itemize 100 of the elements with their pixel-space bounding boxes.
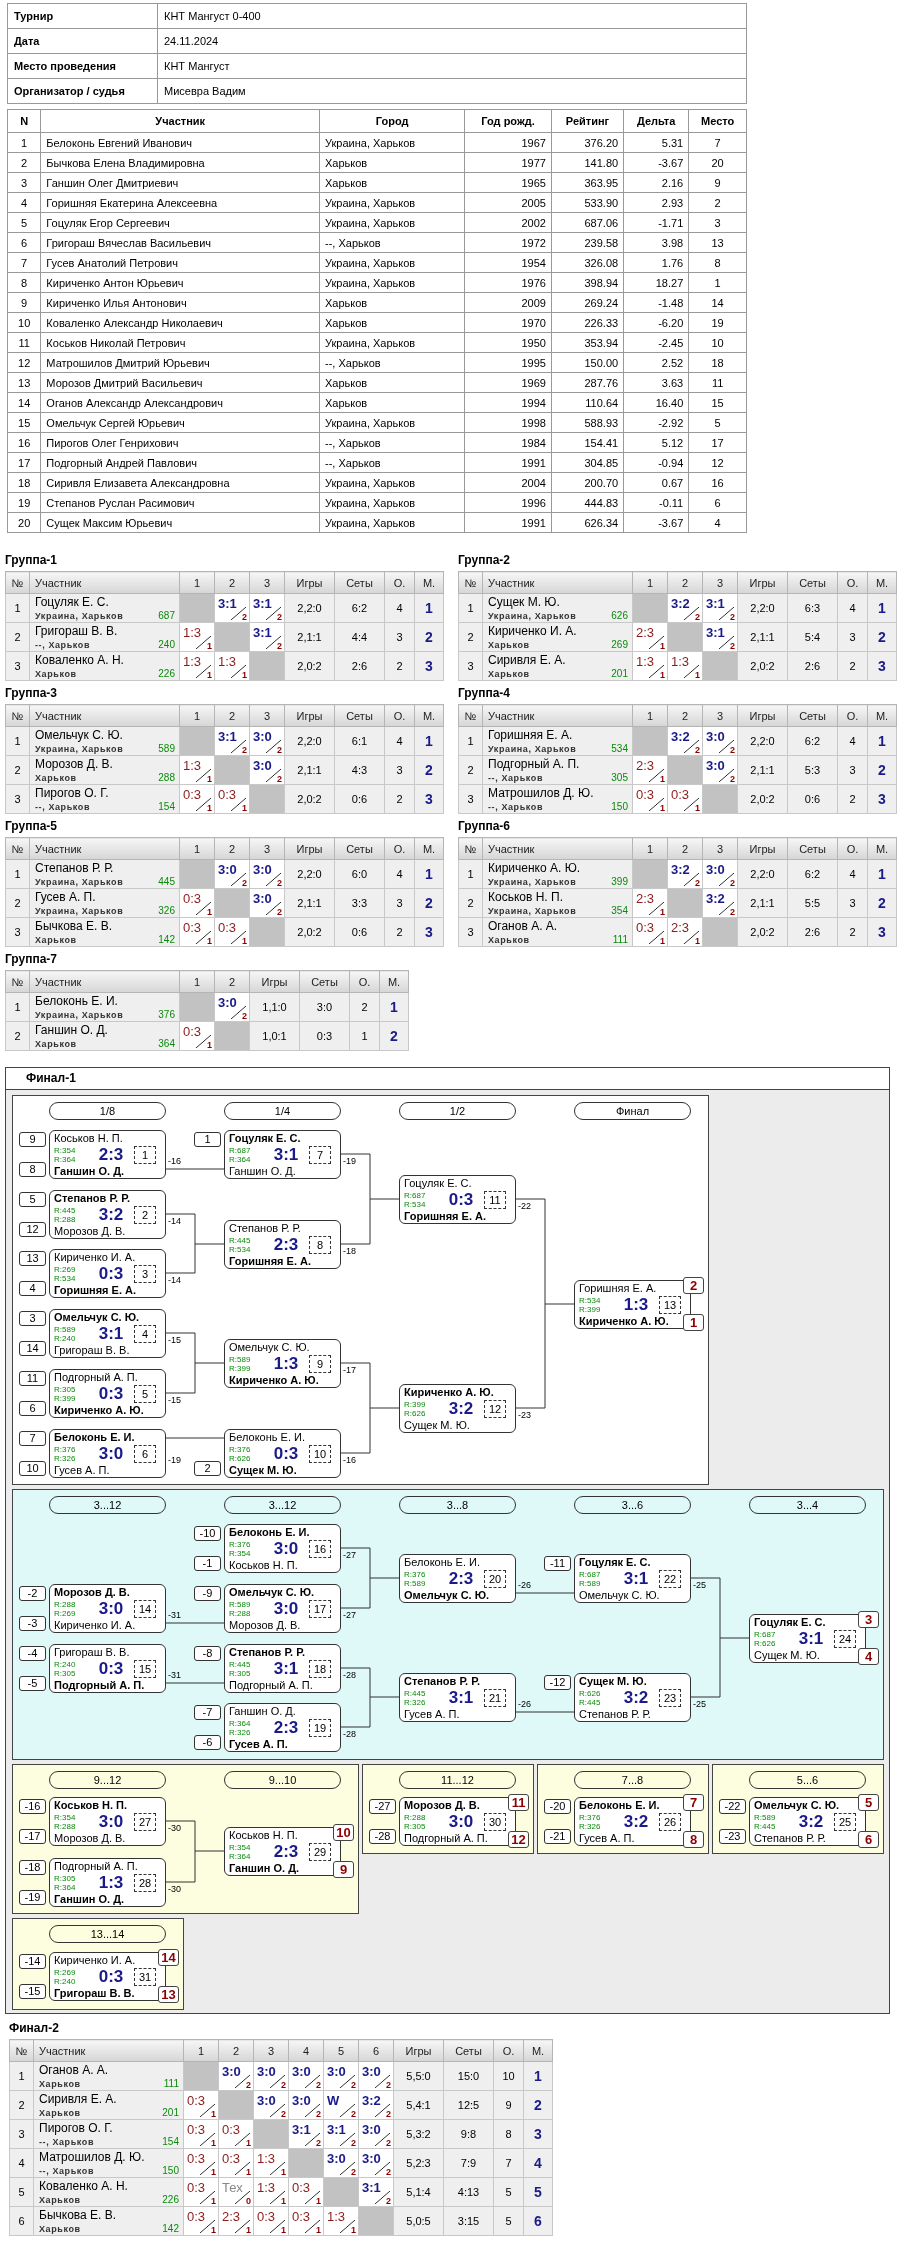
player-name: Подгорный А. П. xyxy=(229,1678,314,1692)
player-name: Сущек М. Ю. xyxy=(488,594,561,610)
delta-value: 2.52 xyxy=(623,352,689,373)
player-name: Ганшин О. Д. xyxy=(229,1164,297,1178)
rating-value: 354 xyxy=(611,904,628,917)
row-number: 2 xyxy=(458,622,483,652)
seed-box: -1 xyxy=(194,1556,221,1571)
delta-value: -3.67 xyxy=(623,152,689,173)
match-points: 2 xyxy=(277,745,282,755)
match-score: 3:0 xyxy=(361,2063,381,2080)
match-score: 0:3 xyxy=(186,2208,206,2225)
player-name: Омельчук С. Ю. xyxy=(229,1340,311,1354)
match-score: 0:3 xyxy=(186,2179,206,2196)
column-header: Участник xyxy=(29,704,180,727)
match-points: 1 xyxy=(207,936,212,946)
match-score: 0:3 xyxy=(670,786,690,803)
match-score: 3:0 xyxy=(272,1539,300,1558)
match-score: 3:2 xyxy=(97,1205,125,1224)
column-header: Участник xyxy=(29,837,180,860)
row-number: 1 xyxy=(458,593,483,623)
city-name: --, Харьков xyxy=(35,638,91,651)
drop-label: -14 xyxy=(168,1275,181,1285)
column-header: М. xyxy=(414,837,444,860)
match-points: 2 xyxy=(695,878,700,888)
place-value: 13 xyxy=(688,232,747,253)
column-header: 1 xyxy=(179,837,215,860)
player-name: Гоцуляк Е. С. xyxy=(754,1615,827,1629)
rating-value: R:326 xyxy=(229,1727,252,1737)
row-number: 3 xyxy=(458,651,483,681)
city-name: Харьков xyxy=(319,292,465,313)
player-name: Оганов А. А. xyxy=(39,2062,110,2078)
match-score: 3:0 xyxy=(291,2092,311,2109)
rating-value: R:354 xyxy=(229,1548,252,1558)
match-points: 1 xyxy=(211,2167,216,2177)
row-number: 12 xyxy=(7,352,41,373)
match-score: 1:3 xyxy=(256,2179,276,2196)
rating-value: 288 xyxy=(158,771,175,784)
column-header: О. xyxy=(493,2039,524,2062)
row-number: 14 xyxy=(7,392,41,413)
match-score: 3:0 xyxy=(256,2063,276,2080)
column-header: № xyxy=(458,837,483,860)
player-name: Пирогов О. Г. xyxy=(39,2120,114,2136)
city-name: Харьков xyxy=(319,312,465,333)
column-header: Сеты xyxy=(443,2039,494,2062)
row-number: 7 xyxy=(7,252,41,273)
place-value: 4 xyxy=(688,512,747,533)
match-score: 0:3 xyxy=(186,2121,206,2138)
match-points: 1 xyxy=(207,774,212,784)
row-number: 2 xyxy=(458,755,483,785)
match-score: 3:1 xyxy=(622,1569,650,1588)
match-number: 27 xyxy=(134,1812,156,1831)
participant-name: Григораш Вячеслав Васильевич xyxy=(40,232,320,253)
place-value: 14 xyxy=(688,292,747,313)
row-number: 3 xyxy=(458,784,483,814)
match-score: 3:0 xyxy=(252,728,272,745)
city-name: Украина, Харьков xyxy=(319,332,465,353)
place-badge: 12 xyxy=(508,1831,529,1848)
match-points: 2 xyxy=(316,2109,321,2119)
rating-value: 150 xyxy=(611,800,628,813)
match-points: 2 xyxy=(281,2109,286,2119)
seed-box: 10 xyxy=(19,1461,46,1476)
match-points: 1 xyxy=(660,936,665,946)
birth-year: 1998 xyxy=(464,412,552,433)
rating-value: 154.41 xyxy=(551,432,624,453)
delta-value: 2.16 xyxy=(623,172,689,193)
delta-value: -6.20 xyxy=(623,312,689,333)
player-name: Гоцуляк Е. С. xyxy=(35,594,110,610)
column-header: Участник xyxy=(482,837,633,860)
drop-label: -31 xyxy=(168,1610,181,1620)
match-number: 15 xyxy=(134,1659,156,1678)
player-name: Морозов Д. В. xyxy=(229,1618,302,1632)
match-score: 0:3 xyxy=(272,1444,300,1463)
row-number: 19 xyxy=(7,492,41,513)
player-name: Степанов Р. Р. xyxy=(35,860,115,876)
player-name: Подгорный А. П. xyxy=(488,756,581,772)
row-number: 1 xyxy=(5,593,30,623)
match-points: 1 xyxy=(207,1040,212,1050)
birth-year: 1972 xyxy=(464,232,552,253)
birth-year: 2005 xyxy=(464,192,552,213)
drop-label: -26 xyxy=(518,1699,531,1709)
drop-label: -16 xyxy=(168,1156,181,1166)
player-name: Омельчук С. Ю. xyxy=(229,1585,316,1599)
player-name: Кириченко А. Ю. xyxy=(229,1373,320,1387)
player-name: Горишняя Е. А. xyxy=(579,1281,658,1295)
match-points: 1 xyxy=(695,803,700,813)
column-header: Год рожд. xyxy=(464,109,552,133)
row-number: 6 xyxy=(9,2206,34,2236)
rating-value: R:445 xyxy=(54,1205,77,1215)
city-name: Украина, Харьков xyxy=(319,492,465,513)
city-name: --, Харьков xyxy=(319,452,465,473)
seed-box: -22 xyxy=(719,1799,746,1814)
birth-year: 1995 xyxy=(464,352,552,373)
player-name: Омельчук С. Ю. xyxy=(35,727,124,743)
match-number: 24 xyxy=(834,1629,856,1648)
seed-box: 6 xyxy=(19,1401,46,1416)
rating-value: R:687 xyxy=(579,1569,602,1579)
row-number: 1 xyxy=(5,859,30,889)
player-name: Сущек М. Ю. xyxy=(579,1674,648,1688)
rating-value: 201 xyxy=(162,2106,179,2119)
player-name: Ганшин О. Д. xyxy=(229,1861,301,1875)
